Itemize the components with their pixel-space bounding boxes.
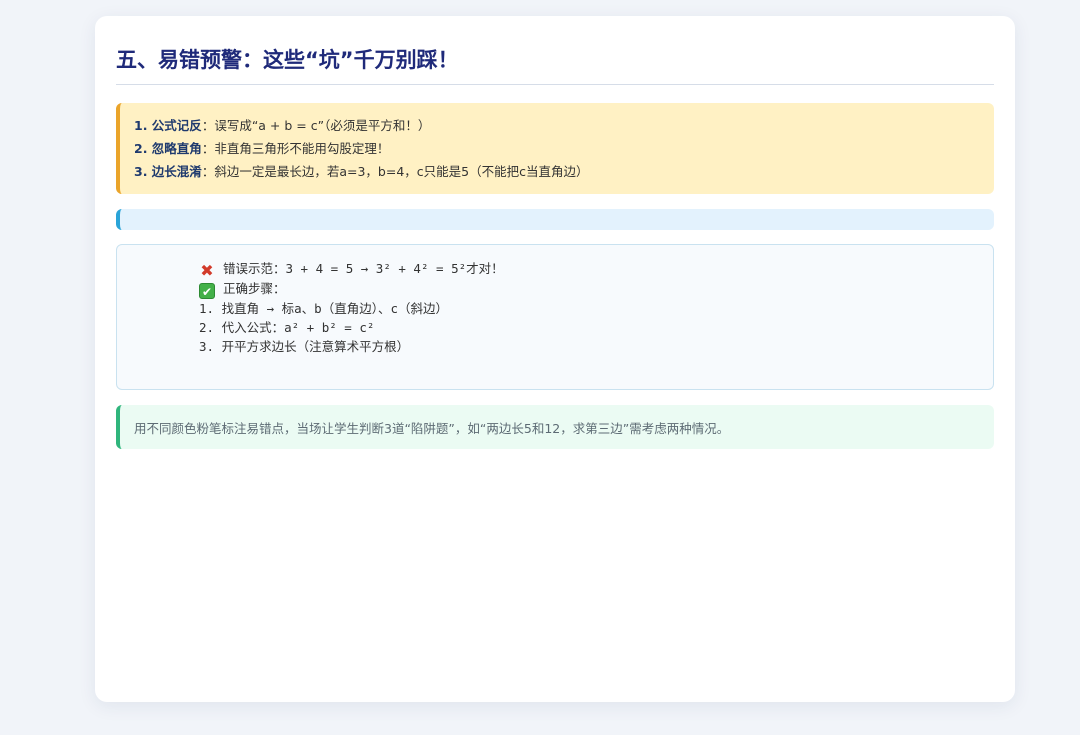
step-line: 3. 开平方求边长（注意算术平方根） <box>199 339 410 354</box>
info-bar <box>116 209 994 230</box>
tip-box: 用不同颜色粉笔标注易错点，当场让学生判断3道“陷阱题”，如“两边长5和12，求第… <box>116 405 994 449</box>
warning-item: 2. 忽略直角：非直角三角形不能用勾股定理！ <box>134 137 980 160</box>
code-box: ✖ 错误示范：3 + 4 = 5 → 3² + 4² = 5²才对！ ✔ 正确步骤：… <box>116 244 994 390</box>
tip-text: 用不同颜色粉笔标注易错点，当场让学生判断3道“陷阱题”，如“两边长5和12，求第… <box>134 420 730 436</box>
warning-separator: ： <box>201 164 215 179</box>
step-line: 1. 找直角 → 标a、b（直角边）、c（斜边） <box>199 301 448 316</box>
warning-label: 2. 忽略直角 <box>134 141 202 156</box>
check-icon: ✔ <box>199 283 215 299</box>
step-line: 2. 代入公式：a² + b² = c² <box>199 320 375 335</box>
warning-text: 误写成“a + b = c”（必须是平方和！） <box>214 118 431 133</box>
warning-label: 1. 公式记反 <box>134 118 202 133</box>
warning-text: 非直角三角形不能用勾股定理！ <box>214 141 390 156</box>
content-card: 五、易错预警：这些“坑”千万别踩！ 1. 公式记反：误写成“a + b = c”… <box>95 16 1015 702</box>
correct-steps-line: ✔ 正确步骤： <box>199 279 993 299</box>
warning-separator: ： <box>201 141 215 156</box>
warning-separator: ： <box>201 118 215 133</box>
cross-icon: ✖ <box>200 261 214 280</box>
wrong-example-text: 错误示范：3 + 4 = 5 → 3² + 4² = 5²才对！ <box>223 261 504 276</box>
warning-item: 3. 边长混淆：斜边一定是最长边，若a=3，b=4，c只能是5（不能把c当直角边… <box>134 160 980 183</box>
warning-item: 1. 公式记反：误写成“a + b = c”（必须是平方和！） <box>134 114 980 137</box>
correct-steps-text: 正确步骤： <box>223 281 286 296</box>
warning-label: 3. 边长混淆 <box>134 164 202 179</box>
warning-text: 斜边一定是最长边，若a=3，b=4，c只能是5（不能把c当直角边） <box>214 164 589 179</box>
wrong-example-line: ✖ 错误示范：3 + 4 = 5 → 3² + 4² = 5²才对！ <box>199 259 993 279</box>
section-title: 五、易错预警：这些“坑”千万别踩！ <box>116 16 994 85</box>
warning-box: 1. 公式记反：误写成“a + b = c”（必须是平方和！） 2. 忽略直角：… <box>116 103 994 194</box>
